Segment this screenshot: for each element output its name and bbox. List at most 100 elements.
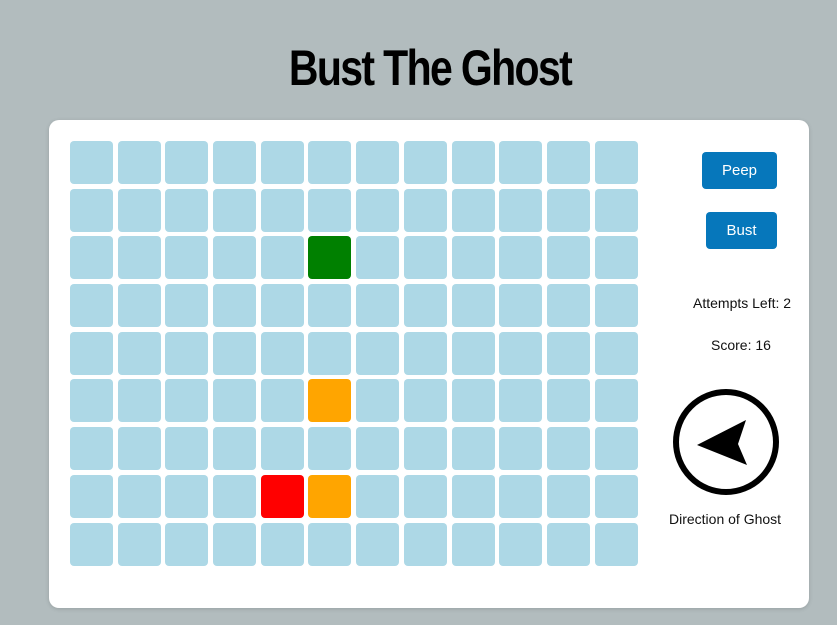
grid-cell[interactable] <box>594 236 638 280</box>
grid-cell[interactable] <box>451 474 495 518</box>
grid-cell[interactable] <box>356 331 400 375</box>
grid-cell[interactable] <box>356 141 400 184</box>
grid-cell[interactable] <box>546 188 590 232</box>
grid-cell[interactable] <box>356 379 400 423</box>
grid-cell[interactable] <box>213 427 257 471</box>
grid-cell[interactable] <box>70 141 113 184</box>
grid-cell[interactable] <box>308 188 352 232</box>
grid-cell[interactable] <box>403 284 447 328</box>
grid-cell[interactable] <box>356 236 400 280</box>
grid-cell[interactable] <box>451 427 495 471</box>
grid-cell[interactable] <box>70 427 113 471</box>
grid-cell[interactable] <box>70 236 113 280</box>
grid-cell[interactable] <box>70 474 113 518</box>
grid-cell[interactable] <box>117 284 161 328</box>
grid-cell[interactable] <box>356 474 400 518</box>
grid-cell[interactable] <box>165 141 209 184</box>
grid-cell[interactable] <box>499 522 543 566</box>
grid-cell[interactable] <box>70 379 113 423</box>
grid-cell[interactable] <box>70 188 113 232</box>
grid-cell[interactable] <box>403 236 447 280</box>
grid-cell[interactable] <box>260 188 304 232</box>
grid-cell[interactable] <box>499 141 543 184</box>
grid-cell[interactable] <box>165 427 209 471</box>
grid-cell[interactable] <box>308 522 352 566</box>
grid-cell[interactable] <box>451 188 495 232</box>
grid-cell[interactable] <box>117 188 161 232</box>
grid-cell[interactable] <box>594 188 638 232</box>
grid-cell[interactable] <box>594 522 638 566</box>
grid-cell[interactable] <box>70 331 113 375</box>
grid-cell[interactable] <box>546 331 590 375</box>
grid-cell[interactable] <box>403 427 447 471</box>
grid-cell[interactable] <box>260 236 304 280</box>
grid-cell[interactable] <box>117 331 161 375</box>
grid-cell[interactable] <box>403 522 447 566</box>
grid-cell[interactable] <box>260 379 304 423</box>
grid-cell[interactable] <box>213 331 257 375</box>
grid-cell[interactable] <box>594 141 638 184</box>
grid-cell[interactable] <box>117 379 161 423</box>
grid-cell[interactable] <box>165 236 209 280</box>
grid-cell[interactable] <box>594 379 638 423</box>
grid-cell[interactable] <box>260 427 304 471</box>
grid-cell[interactable] <box>499 379 543 423</box>
grid-cell[interactable] <box>308 427 352 471</box>
grid-cell[interactable] <box>546 284 590 328</box>
grid-cell[interactable] <box>165 331 209 375</box>
grid-cell[interactable] <box>117 141 161 184</box>
grid-cell[interactable] <box>451 141 495 184</box>
grid-cell[interactable] <box>546 141 590 184</box>
grid-cell[interactable] <box>260 331 304 375</box>
grid-cell[interactable] <box>308 379 352 423</box>
bust-button[interactable]: Bust <box>706 212 777 249</box>
grid-cell[interactable] <box>308 474 352 518</box>
grid-cell[interactable] <box>403 379 447 423</box>
grid-cell[interactable] <box>213 236 257 280</box>
grid-cell[interactable] <box>546 236 590 280</box>
grid-cell[interactable] <box>213 141 257 184</box>
grid-cell[interactable] <box>546 427 590 471</box>
grid-cell[interactable] <box>165 188 209 232</box>
grid-cell[interactable] <box>403 141 447 184</box>
grid-cell[interactable] <box>213 284 257 328</box>
grid-cell[interactable] <box>117 522 161 566</box>
grid-cell[interactable] <box>70 522 113 566</box>
grid-cell[interactable] <box>70 284 113 328</box>
grid-cell[interactable] <box>499 474 543 518</box>
grid-cell[interactable] <box>451 284 495 328</box>
grid-cell[interactable] <box>499 331 543 375</box>
grid-cell[interactable] <box>499 236 543 280</box>
grid-cell[interactable] <box>308 331 352 375</box>
grid-cell[interactable] <box>451 522 495 566</box>
grid-cell[interactable] <box>165 379 209 423</box>
grid-cell[interactable] <box>594 284 638 328</box>
grid-cell[interactable] <box>356 522 400 566</box>
grid-cell[interactable] <box>260 284 304 328</box>
grid-cell[interactable] <box>499 188 543 232</box>
grid-cell[interactable] <box>356 188 400 232</box>
grid-cell[interactable] <box>117 474 161 518</box>
grid-cell[interactable] <box>451 236 495 280</box>
grid-cell[interactable] <box>594 474 638 518</box>
grid-cell[interactable] <box>165 522 209 566</box>
grid-cell[interactable] <box>403 474 447 518</box>
grid-cell[interactable] <box>451 331 495 375</box>
grid-cell[interactable] <box>451 379 495 423</box>
grid-cell[interactable] <box>308 284 352 328</box>
grid-cell[interactable] <box>260 141 304 184</box>
grid-cell[interactable] <box>546 379 590 423</box>
grid-cell[interactable] <box>356 284 400 328</box>
grid-cell[interactable] <box>213 474 257 518</box>
grid-cell[interactable] <box>546 474 590 518</box>
grid-cell[interactable] <box>165 474 209 518</box>
grid-cell[interactable] <box>308 141 352 184</box>
grid-cell[interactable] <box>260 522 304 566</box>
grid-cell[interactable] <box>499 427 543 471</box>
peep-button[interactable]: Peep <box>702 152 777 189</box>
grid-cell[interactable] <box>260 474 304 518</box>
grid-cell[interactable] <box>213 522 257 566</box>
grid-cell[interactable] <box>117 427 161 471</box>
grid-cell[interactable] <box>213 188 257 232</box>
grid-cell[interactable] <box>117 236 161 280</box>
